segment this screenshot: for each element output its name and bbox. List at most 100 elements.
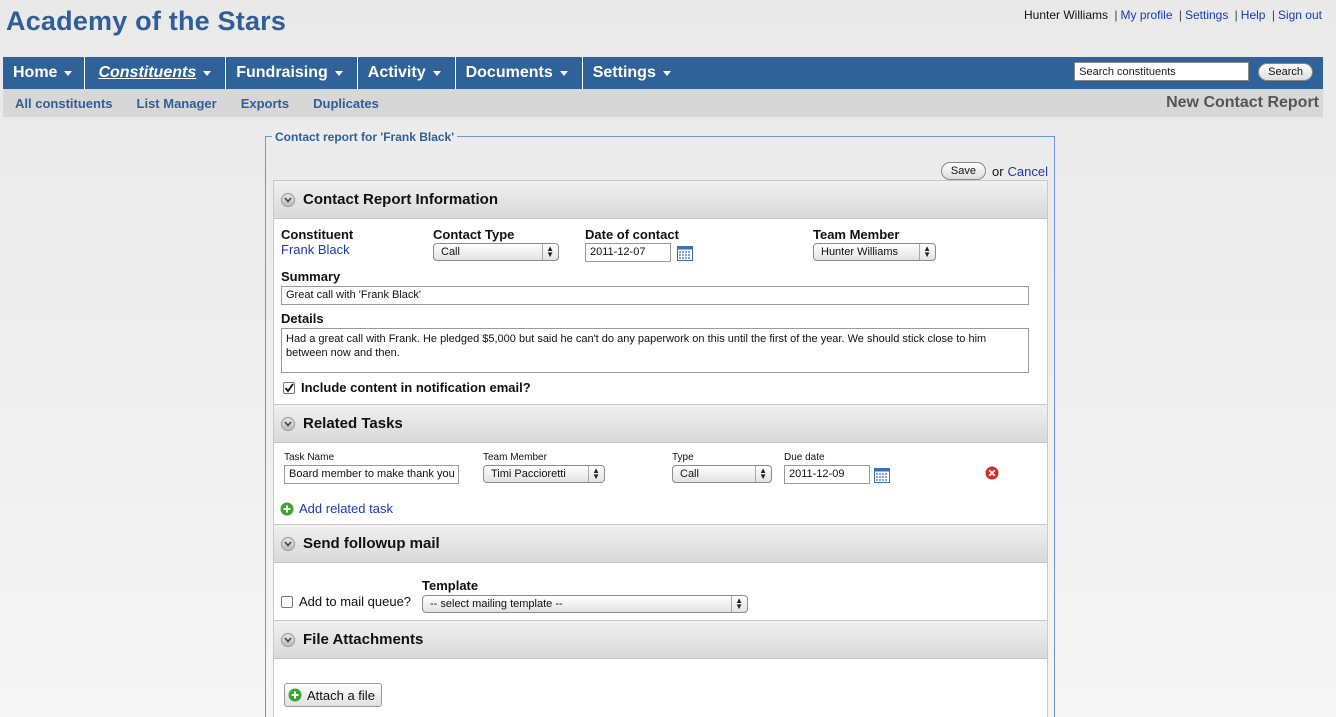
app-title: Academy of the Stars — [6, 6, 287, 36]
include-checkbox[interactable] — [283, 381, 295, 394]
chevron-down-icon[interactable] — [281, 632, 295, 647]
nav-activity-label: Activity — [367, 64, 426, 81]
mail-queue-checkbox[interactable] — [281, 595, 293, 608]
nav-documents-label: Documents — [465, 64, 553, 81]
attach-file-button[interactable]: Attach a file — [284, 683, 382, 707]
details-field: Details Had a great call with Frank. He … — [281, 311, 1029, 373]
team-member-label: Team Member — [813, 227, 900, 242]
calendar-icon[interactable] — [677, 245, 693, 261]
subnav-duplicates[interactable]: Duplicates — [313, 96, 379, 111]
fieldset-legend: Contact report for 'Frank Black' — [272, 130, 458, 144]
caret-down-icon — [334, 70, 343, 76]
updown-icon: ▲ ▼ — [542, 244, 554, 260]
task-type-field: Type Call ▲ ▼ — [672, 452, 772, 483]
constituent-link[interactable]: Frank Black — [281, 242, 350, 257]
nav-home[interactable]: Home — [3, 57, 86, 89]
save-button[interactable]: Save — [940, 162, 986, 180]
subnav-list-manager[interactable]: List Manager — [137, 96, 217, 111]
contact-type-select[interactable]: Call ▲ ▼ — [433, 243, 559, 261]
chevron-down-icon[interactable] — [281, 416, 295, 431]
caret-down-icon — [662, 70, 671, 76]
panel-title: Related Tasks — [303, 415, 403, 432]
nav-search: Search — [1074, 62, 1313, 81]
task-team-member-select[interactable]: Timi Paccioretti ▲ ▼ — [483, 465, 605, 483]
panel-header[interactable]: File Attachments — [274, 621, 1047, 659]
search-button[interactable]: Search — [1258, 62, 1313, 81]
task-name-input[interactable]: Board member to make thank you — [284, 465, 459, 484]
nav-constituents[interactable]: Constituents — [85, 57, 227, 89]
nav-settings-label: Settings — [592, 64, 656, 81]
sign-out-link[interactable]: Sign out — [1278, 8, 1322, 22]
summary-field: Summary Great call with 'Frank Black' — [281, 269, 1029, 305]
add-related-task[interactable]: Add related task — [280, 501, 393, 516]
chevron-down-icon[interactable] — [281, 192, 295, 207]
template-value: -- select mailing template -- — [430, 598, 563, 610]
task-name-label: Task Name — [284, 452, 335, 463]
add-icon — [280, 502, 294, 515]
date-label: Date of contact — [585, 227, 679, 242]
my-profile-link[interactable]: My profile — [1120, 8, 1172, 22]
user-links: Hunter Williams | My profile | Settings | H… — [1024, 8, 1322, 22]
page-heading: New Contact Report — [1166, 94, 1319, 111]
separator: | — [1178, 8, 1182, 22]
task-name-field: Task Name Board member to make thank you — [284, 452, 459, 484]
subnav-exports[interactable]: Exports — [241, 96, 289, 111]
caret-down-icon — [203, 70, 212, 76]
sub-nav: All constituents List Manager Exports Du… — [3, 89, 1323, 117]
help-link[interactable]: Help — [1241, 8, 1266, 22]
panel-title: File Attachments — [303, 631, 424, 648]
subnav-all-constituents[interactable]: All constituents — [15, 96, 113, 111]
panel-header[interactable]: Contact Report Information — [274, 181, 1047, 219]
task-due-date-label: Due date — [784, 452, 825, 463]
save-row: Save or Cancel — [940, 162, 1048, 180]
task-type-select[interactable]: Call ▲ ▼ — [672, 465, 772, 483]
separator: | — [1114, 8, 1118, 22]
settings-link[interactable]: Settings — [1185, 8, 1228, 22]
details-textarea[interactable]: Had a great call with Frank. He pledged … — [281, 328, 1029, 373]
constituent-field: Constituent Frank Black — [281, 227, 353, 257]
attachments-panel: File Attachments — [273, 620, 1048, 717]
task-type-label: Type — [672, 452, 694, 463]
cancel-link[interactable]: Cancel — [1008, 164, 1048, 179]
or-text: or — [991, 163, 1004, 179]
delete-icon[interactable] — [985, 466, 999, 480]
main-nav: Home Constituents Fundraising Activity D… — [3, 57, 1323, 89]
contact-type-value: Call — [441, 246, 460, 258]
nav-fundraising-label: Fundraising — [236, 64, 328, 81]
user-name: Hunter Williams — [1024, 8, 1109, 22]
team-member-field: Team Member Hunter Williams ▲ ▼ — [813, 227, 936, 261]
panel-header[interactable]: Related Tasks — [274, 405, 1047, 443]
updown-icon: ▲ ▼ — [755, 466, 767, 482]
add-related-task-link[interactable]: Add related task — [299, 501, 393, 516]
chevron-down-icon[interactable] — [281, 536, 295, 551]
mail-queue-label: Add to mail queue? — [299, 594, 412, 609]
attach-file-label: Attach a file — [307, 687, 375, 703]
caret-down-icon — [432, 70, 441, 76]
task-team-member-field: Team Member Timi Paccioretti ▲ ▼ — [483, 452, 605, 483]
date-input[interactable]: 2011-12-07 — [585, 243, 671, 262]
team-member-select[interactable]: Hunter Williams ▲ ▼ — [813, 243, 936, 261]
summary-input[interactable]: Great call with 'Frank Black' — [281, 286, 1029, 305]
calendar-icon[interactable] — [874, 467, 890, 483]
nav-home-label: Home — [13, 64, 58, 81]
nav-activity[interactable]: Activity — [358, 57, 456, 89]
panel-title: Send followup mail — [303, 535, 440, 552]
task-team-member-label: Team Member — [483, 452, 547, 463]
caret-down-icon — [64, 70, 73, 76]
add-icon — [288, 688, 302, 702]
include-label: Include content in notification email? — [301, 380, 531, 395]
team-member-value: Hunter Williams — [821, 246, 899, 258]
nav-constituents-label: Constituents — [98, 64, 197, 81]
nav-settings[interactable]: Settings — [583, 57, 683, 89]
nav-documents[interactable]: Documents — [456, 57, 583, 89]
panel-header[interactable]: Send followup mail — [274, 525, 1047, 563]
contact-type-label: Contact Type — [433, 227, 515, 242]
search-input[interactable] — [1074, 62, 1250, 81]
separator: | — [1271, 8, 1275, 22]
caret-down-icon — [559, 70, 568, 76]
updown-icon: ▲ ▼ — [588, 466, 600, 482]
template-select[interactable]: -- select mailing template -- ▲ ▼ — [422, 595, 748, 613]
nav-fundraising[interactable]: Fundraising — [226, 57, 358, 89]
task-team-member-value: Timi Paccioretti — [491, 468, 566, 480]
task-due-date-input[interactable]: 2011-12-09 — [784, 465, 870, 484]
